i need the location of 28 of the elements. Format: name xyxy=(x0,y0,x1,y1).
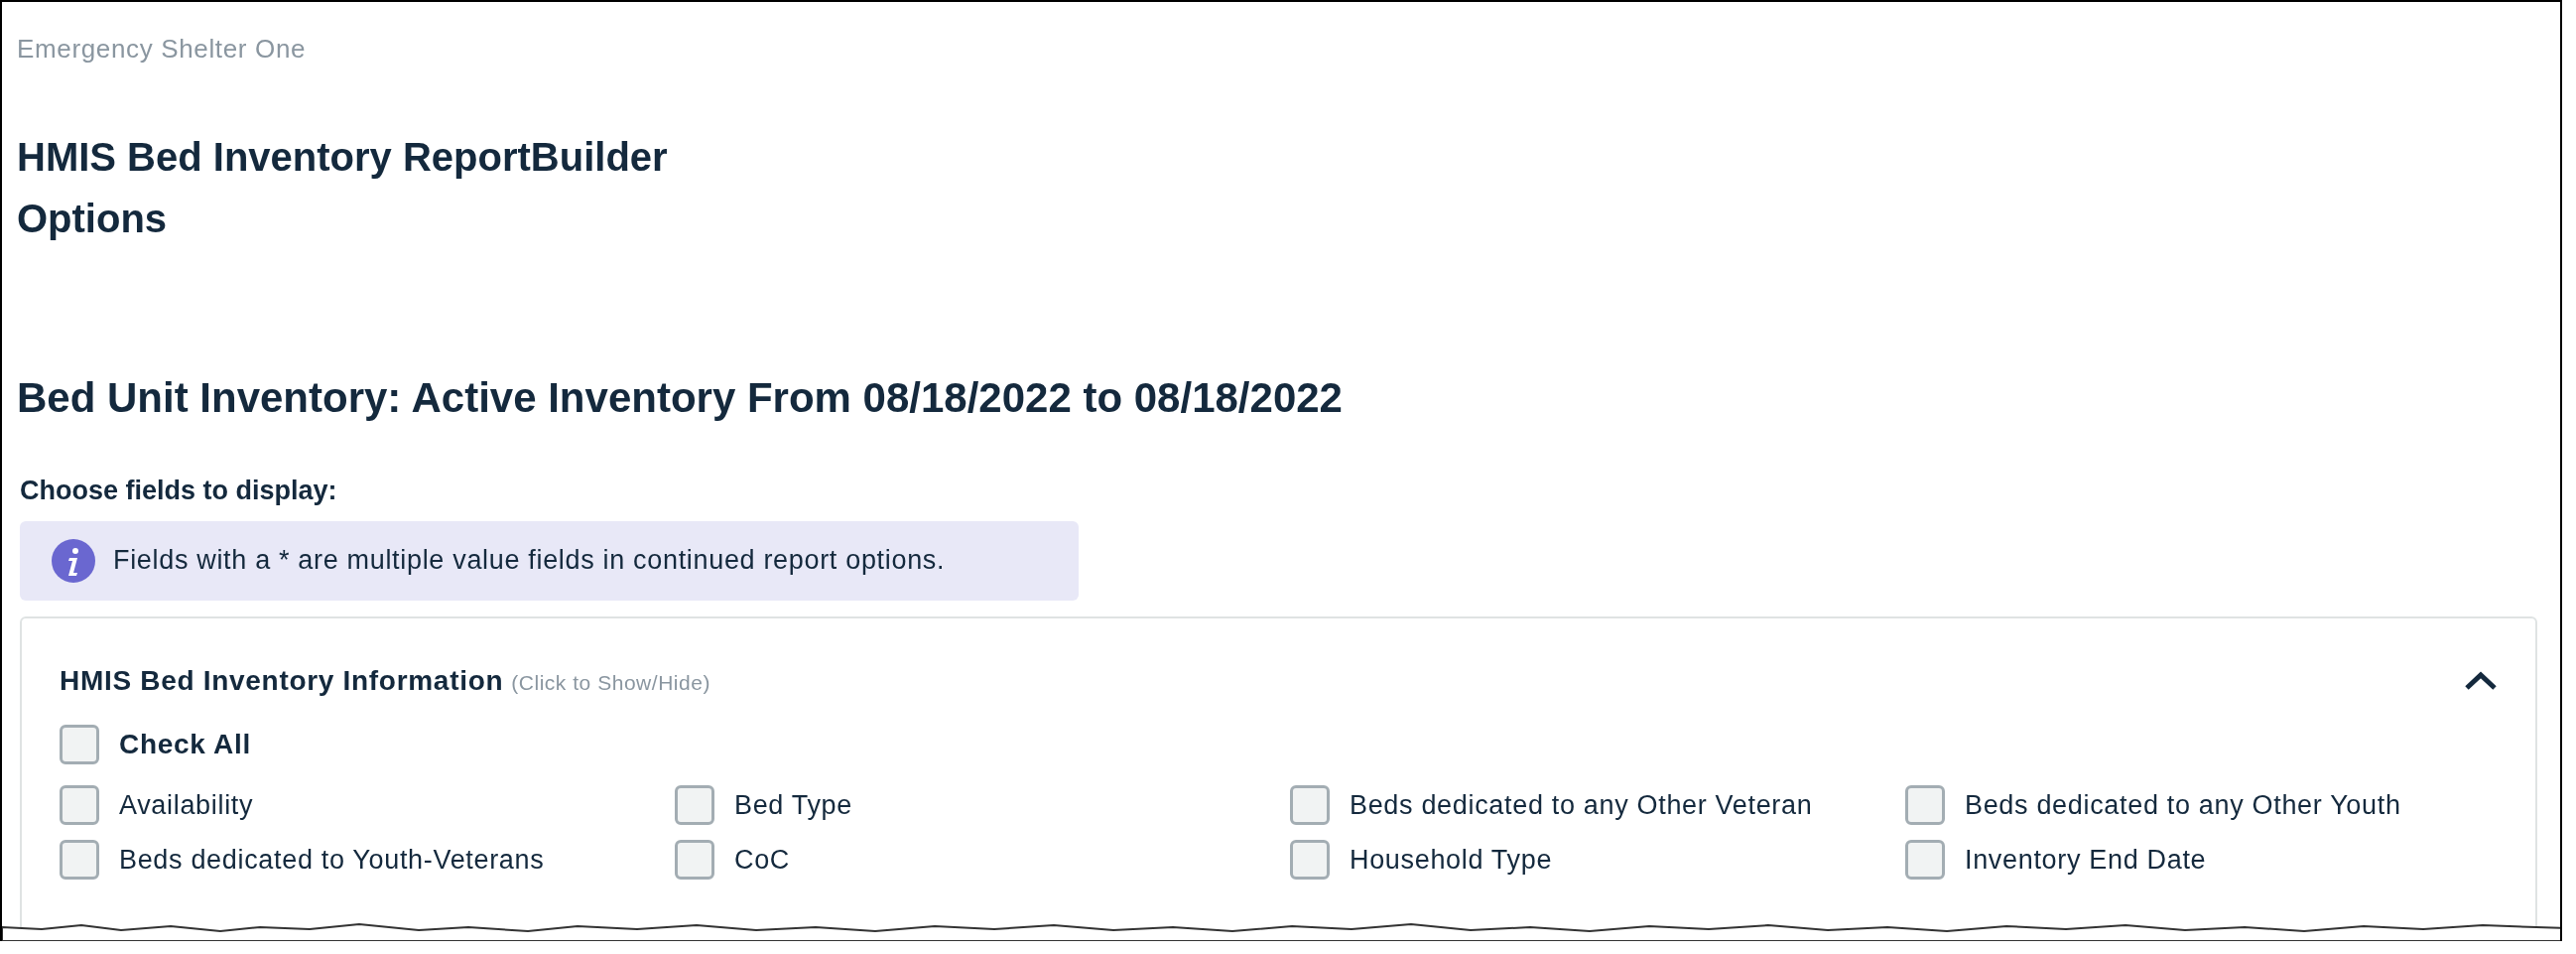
checkbox[interactable] xyxy=(675,784,714,825)
checkbox[interactable] xyxy=(1905,784,1945,825)
checkbox-label[interactable]: Household Type xyxy=(1350,840,1553,881)
checkbox-label[interactable]: Beds dedicated to any Other Youth xyxy=(1965,784,2401,825)
panel-title[interactable]: HMIS Bed Inventory Information xyxy=(60,659,504,702)
info-icon xyxy=(52,538,95,583)
checkbox-label[interactable]: Beds dedicated to any Other Veteran xyxy=(1350,784,1813,825)
page-title: Options xyxy=(17,196,168,242)
checkbox[interactable] xyxy=(1290,784,1330,825)
info-text: Fields with a * are multiple value fields in continued report options. xyxy=(113,544,946,578)
checkbox-label[interactable]: CoC xyxy=(734,840,791,881)
choose-fields-label: Choose fields to display: xyxy=(20,475,337,507)
page-title: HMIS Bed Inventory ReportBuilder xyxy=(17,134,668,181)
checkbox[interactable] xyxy=(60,840,99,881)
checkbox-label[interactable]: Availability xyxy=(119,784,254,825)
checkbox[interactable] xyxy=(60,784,99,825)
agency-name: Emergency Shelter One xyxy=(17,33,307,66)
checkbox-label[interactable]: Check All xyxy=(119,723,251,765)
checkbox-label[interactable]: Bed Type xyxy=(734,784,852,825)
checkbox-label[interactable]: Inventory End Date xyxy=(1965,840,2207,881)
chevron-up-icon[interactable] xyxy=(2464,670,2498,691)
section-heading: Bed Unit Inventory: Active Inventory From 08/18/2022 to 08/18/2022 xyxy=(17,373,1343,423)
checkbox[interactable] xyxy=(1290,840,1330,881)
panel-hint: (Click to Show/Hide) xyxy=(511,669,710,696)
checkbox[interactable] xyxy=(1905,840,1945,881)
checkbox-label[interactable]: Beds dedicated to Youth-Veterans xyxy=(119,840,545,881)
checkbox[interactable] xyxy=(60,724,99,764)
checkbox[interactable] xyxy=(675,840,714,881)
